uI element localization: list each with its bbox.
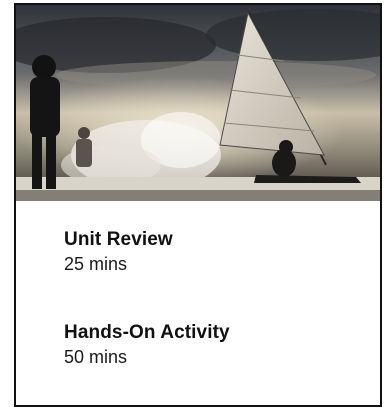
item-title: Unit Review — [64, 229, 173, 250]
unit-review-item: Unit Review 25 mins — [64, 229, 173, 275]
item-duration: 25 mins — [64, 254, 128, 274]
hero-image — [16, 5, 380, 201]
item-duration: 50 mins — [64, 347, 128, 367]
item-title: Hands-On Activity — [64, 322, 230, 343]
lesson-card: Unit Review 25 mins Hands-On Activity 50… — [14, 3, 382, 407]
hands-on-activity-item: Hands-On Activity 50 mins — [64, 322, 230, 368]
